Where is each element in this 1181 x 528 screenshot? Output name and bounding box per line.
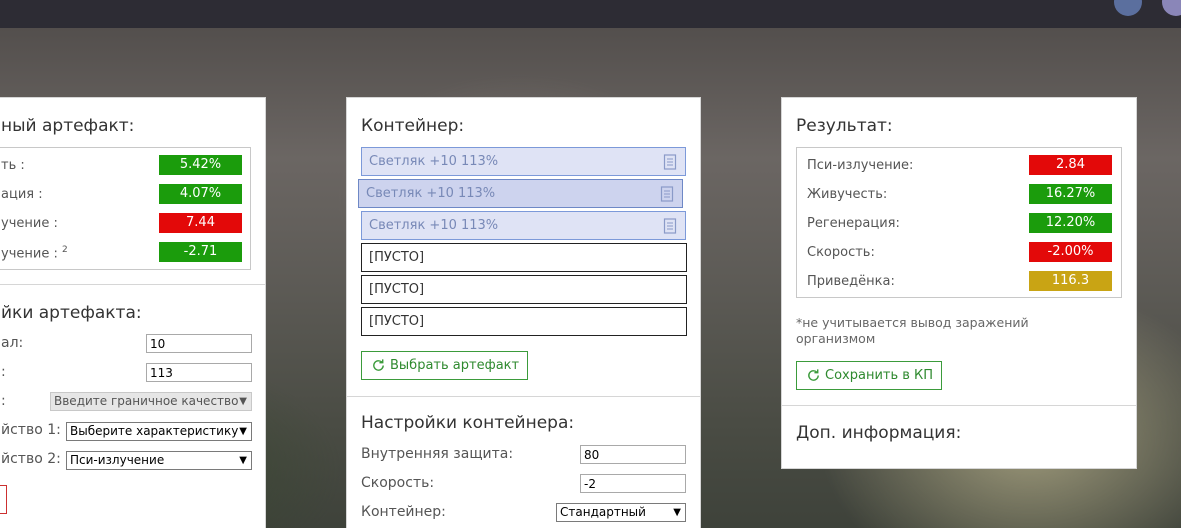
save-to-kp-button[interactable]: Сохранить в КП	[796, 361, 943, 390]
chevron-down-icon: ▼	[239, 426, 247, 437]
stat-value: 5.42%	[159, 155, 242, 175]
container-slot-6[interactable]: [ПУСТО]	[361, 307, 687, 336]
document-icon[interactable]	[663, 218, 677, 234]
chevron-down-icon: ▼	[239, 396, 247, 407]
result-stat-row: Живучесть: 16.27%	[797, 180, 1121, 209]
stat-label: ть :	[1, 158, 25, 173]
container-slot-5[interactable]: [ПУСТО]	[361, 275, 687, 304]
result-stat-row: Регенерация: 12.20%	[797, 209, 1121, 238]
stat-label: Регенерация:	[807, 216, 900, 231]
footnote-line: *не учитывается вывод заражений	[796, 315, 1029, 330]
result-stats-box: Пси-излучение: 2.84 Живучесть: 16.27% Ре…	[796, 147, 1122, 298]
stat-value: -2.71	[159, 242, 242, 262]
inner-protection-label: Внутренняя защита:	[361, 446, 514, 462]
artifact-stat-row: ть : 5.42%	[0, 151, 250, 180]
slot-label: [ПУСТО]	[369, 314, 425, 329]
container-type-label: Контейнер:	[361, 504, 446, 520]
stat-label: Живучесть:	[807, 187, 888, 202]
stat-label: Пси-излучение:	[807, 158, 914, 173]
chevron-down-icon: ▼	[239, 455, 247, 466]
refresh-icon	[808, 369, 819, 381]
artifact-field-label: йство 1:	[1, 422, 61, 438]
stat-label: Скорость:	[807, 245, 875, 260]
artifact-stat-row: ация : 4.07%	[0, 180, 250, 209]
select-artifact-button[interactable]: Выбрать артефакт	[361, 351, 529, 380]
artifact-field-label: ал:	[1, 335, 24, 351]
stat-value: 12.20%	[1029, 213, 1112, 233]
stat-value: 2.84	[1029, 155, 1112, 175]
result-panel: Результат: Пси-излучение: 2.84 Живучесть…	[781, 97, 1137, 469]
user-avatar-icon[interactable]	[1114, 0, 1142, 16]
container-type-select[interactable]: Стандартный ▼	[556, 503, 686, 522]
slot-label: Светляк +10 113%	[369, 154, 499, 169]
stat-value: -2.00%	[1029, 242, 1112, 262]
container-slot-2[interactable]: Светляк +10 113%	[358, 179, 683, 208]
stat-label: Приведёнка:	[807, 274, 895, 289]
select-value: Стандартный	[560, 505, 646, 519]
result-panel-title: Результат:	[796, 116, 893, 136]
stat-label-text: учение :	[1, 246, 58, 262]
container-slot-4[interactable]: [ПУСТО]	[361, 243, 687, 272]
stat-label: ация :	[1, 187, 43, 202]
select-value: Пси-излучение	[70, 453, 165, 467]
property-1-select[interactable]: Выберите характеристику ▼	[66, 422, 252, 441]
stat-value: 4.07%	[159, 184, 242, 204]
container-slot-3[interactable]: Светляк +10 113%	[361, 211, 686, 240]
footnote-marker: 2	[61, 245, 68, 255]
artifact-action-button[interactable]: ь	[0, 485, 7, 514]
button-label: Сохранить в КП	[825, 368, 934, 383]
artifact-stat-row: учение : 2 -2.71	[0, 238, 250, 267]
container-slot-1[interactable]: Светляк +10 113%	[361, 147, 686, 176]
stat-value: 116.3	[1029, 271, 1112, 291]
boundary-quality-select[interactable]: Введите граничное качество ▼	[50, 392, 252, 411]
divider	[0, 284, 265, 285]
document-icon[interactable]	[663, 154, 677, 170]
artifact-level-input[interactable]	[146, 334, 252, 353]
property-2-select[interactable]: Пси-излучение ▼	[66, 451, 252, 470]
container-panel: Контейнер: Светляк +10 113% Светляк +10 …	[346, 97, 701, 528]
stat-value: 7.44	[159, 213, 242, 233]
artifact-panel-title: ный артефакт:	[1, 116, 135, 136]
artifact-settings-title: йки артефакта:	[1, 303, 142, 323]
top-navigation-bar	[0, 0, 1181, 28]
inner-protection-input[interactable]	[580, 445, 686, 464]
footnote: *не учитывается вывод заражений организм…	[796, 315, 1029, 347]
result-stat-row: Скорость: -2.00%	[797, 238, 1121, 267]
slot-label: Светляк +10 113%	[369, 218, 499, 233]
select-value: Выберите характеристику	[70, 424, 239, 438]
stat-value: 16.27%	[1029, 184, 1112, 204]
artifact-field-label: йство 2:	[1, 451, 61, 467]
document-icon[interactable]	[660, 186, 674, 202]
container-panel-title: Контейнер:	[361, 116, 465, 136]
artifact-stats-box: ть : 5.42% ация : 4.07% учение : 7.44 уч…	[0, 147, 251, 270]
extra-info-title: Доп. информация:	[796, 423, 962, 443]
result-stat-row: Пси-излучение: 2.84	[797, 151, 1121, 180]
chevron-down-icon: ▼	[673, 507, 681, 518]
artifact-field-label: :	[1, 364, 6, 380]
stat-label: учение : 2	[1, 245, 68, 261]
footnote-line: организмом	[796, 331, 876, 346]
artifact-panel: ный артефакт: ть : 5.42% ация : 4.07% уч…	[0, 97, 266, 528]
artifact-field-label: :	[1, 393, 6, 409]
result-stat-row: Приведёнка: 116.3	[797, 267, 1121, 296]
artifact-quality-input[interactable]	[146, 363, 252, 382]
stat-label: учение :	[1, 216, 58, 231]
slot-label: [ПУСТО]	[369, 250, 425, 265]
refresh-icon	[373, 359, 384, 371]
slot-label: Светляк +10 113%	[366, 186, 496, 201]
divider	[782, 405, 1136, 406]
slot-label: [ПУСТО]	[369, 282, 425, 297]
profile-icon[interactable]	[1162, 0, 1181, 16]
speed-label: Скорость:	[361, 475, 435, 491]
artifact-stat-row: учение : 7.44	[0, 209, 250, 238]
select-value: Введите граничное качество	[54, 394, 239, 408]
speed-input[interactable]	[580, 474, 686, 493]
button-label: Выбрать артефакт	[390, 358, 520, 373]
container-settings-title: Настройки контейнера:	[361, 413, 575, 433]
divider	[347, 396, 700, 397]
